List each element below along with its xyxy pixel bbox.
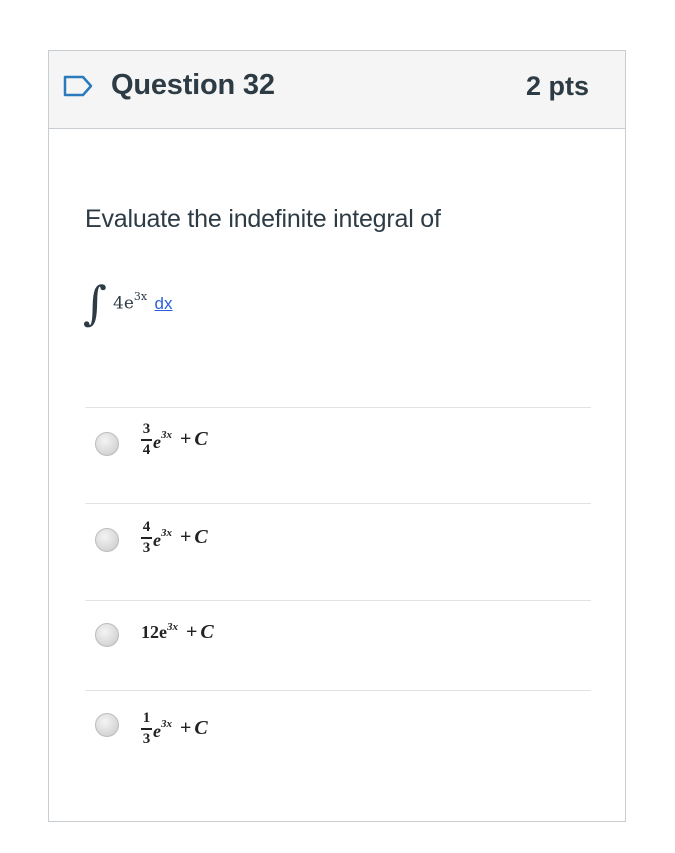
integrand: 4e3x dx: [113, 290, 173, 314]
plus-sign: +: [180, 428, 192, 451]
answer-option-4[interactable]: 1 3 e3x + C: [85, 690, 591, 790]
question-prompt: Evaluate the indefinite integral of: [85, 205, 441, 233]
fraction: 3 4: [141, 422, 152, 458]
exponential-term: e3x: [153, 718, 172, 742]
base: e: [153, 530, 161, 551]
exponent: 3x: [161, 718, 172, 731]
radio-button[interactable]: [95, 528, 119, 552]
plus-sign: +: [180, 526, 192, 549]
fraction-denominator: 4: [142, 441, 151, 458]
answer-option-3[interactable]: 12e 3x + C: [85, 600, 591, 690]
exponential-term: e3x: [153, 527, 172, 551]
question-card: Question 32 2 pts Evaluate the indefinit…: [48, 50, 626, 822]
integrand-coefficient: 4e: [113, 293, 134, 314]
answer-option-1[interactable]: 3 4 e3x + C: [85, 407, 591, 503]
constant: C: [194, 428, 208, 451]
fraction-bar: [141, 439, 152, 441]
fraction-bar: [141, 537, 152, 539]
fraction-numerator: 1: [142, 710, 151, 726]
radio-button[interactable]: [95, 713, 119, 737]
integrand-differential: dx: [154, 293, 173, 313]
question-header: Question 32 2 pts: [49, 51, 625, 129]
fraction: 1 3: [141, 711, 152, 747]
answer-expression: 12e 3x + C: [141, 621, 214, 644]
fraction-numerator: 3: [142, 421, 151, 437]
radio-button[interactable]: [95, 432, 119, 456]
integrand-exponent: 3x: [133, 290, 148, 303]
constant: C: [200, 621, 214, 643]
constant: C: [194, 526, 208, 549]
plus-sign: +: [186, 621, 198, 643]
constant: C: [194, 717, 208, 740]
flag-question-icon[interactable]: [63, 75, 93, 97]
exponent: 3x: [167, 620, 178, 633]
coefficient: 12e: [141, 622, 167, 642]
exponential-term: e3x: [153, 429, 172, 453]
answer-expression: 3 4 e3x + C: [141, 422, 208, 458]
exponent: 3x: [161, 429, 172, 442]
fraction-denominator: 3: [142, 730, 151, 747]
fraction-numerator: 4: [142, 519, 151, 535]
fraction-denominator: 3: [142, 539, 151, 556]
question-title: Question 32: [111, 69, 275, 101]
fraction: 4 3: [141, 520, 152, 556]
base: e: [153, 721, 161, 742]
plus-sign: +: [180, 717, 192, 740]
exponent: 3x: [161, 527, 172, 540]
answer-expression: 1 3 e3x + C: [141, 711, 208, 747]
integral-sign: ∫: [83, 276, 107, 330]
radio-button[interactable]: [95, 623, 119, 647]
fraction-bar: [141, 728, 152, 730]
answer-option-2[interactable]: 4 3 e3x + C: [85, 503, 591, 600]
answer-expression: 4 3 e3x + C: [141, 520, 208, 556]
question-points: 2 pts: [525, 71, 589, 101]
base: e: [153, 432, 161, 453]
